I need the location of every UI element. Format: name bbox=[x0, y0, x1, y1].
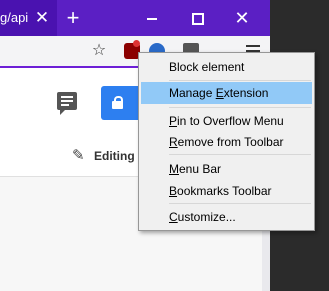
editing-label: Editing bbox=[94, 149, 135, 163]
maximize-icon[interactable] bbox=[187, 8, 207, 28]
chat-icon[interactable] bbox=[57, 92, 77, 115]
menu-item-remove-from-toolbar[interactable]: Remove from Toolbar bbox=[141, 131, 312, 153]
menu-separator bbox=[169, 154, 311, 155]
minimize-icon[interactable] bbox=[142, 8, 162, 28]
menu-item-manage-extension[interactable]: Manage Extension bbox=[141, 82, 312, 104]
browser-tab[interactable]: g/api ✕ bbox=[0, 0, 57, 36]
tab-close-icon[interactable]: ✕ bbox=[33, 9, 51, 27]
lock-button[interactable] bbox=[101, 86, 141, 120]
toolbar-context-menu: Block element Manage Extension Pin to Ov… bbox=[138, 52, 315, 231]
menu-item-block-element[interactable]: Block element bbox=[141, 56, 312, 78]
menu-separator bbox=[169, 80, 311, 81]
menu-item-customize[interactable]: Customize... bbox=[141, 206, 312, 228]
menu-item-pin-to-overflow-menu[interactable]: Pin to Overflow Menu bbox=[141, 110, 312, 132]
pencil-icon: ✎ bbox=[72, 147, 85, 164]
menu-separator bbox=[169, 107, 311, 108]
window-close-icon[interactable]: ✕ bbox=[232, 8, 252, 28]
new-tab-button[interactable]: + bbox=[62, 6, 84, 30]
menu-separator bbox=[169, 203, 311, 204]
tab-title: g/api bbox=[0, 11, 29, 25]
menu-item-bookmarks-toolbar[interactable]: Bookmarks Toolbar bbox=[141, 180, 312, 202]
bookmark-star-icon[interactable]: ☆ bbox=[91, 43, 107, 59]
menu-item-menu-bar[interactable]: Menu Bar bbox=[141, 158, 312, 180]
browser-titlebar: g/api ✕ + ✕ bbox=[0, 0, 270, 36]
